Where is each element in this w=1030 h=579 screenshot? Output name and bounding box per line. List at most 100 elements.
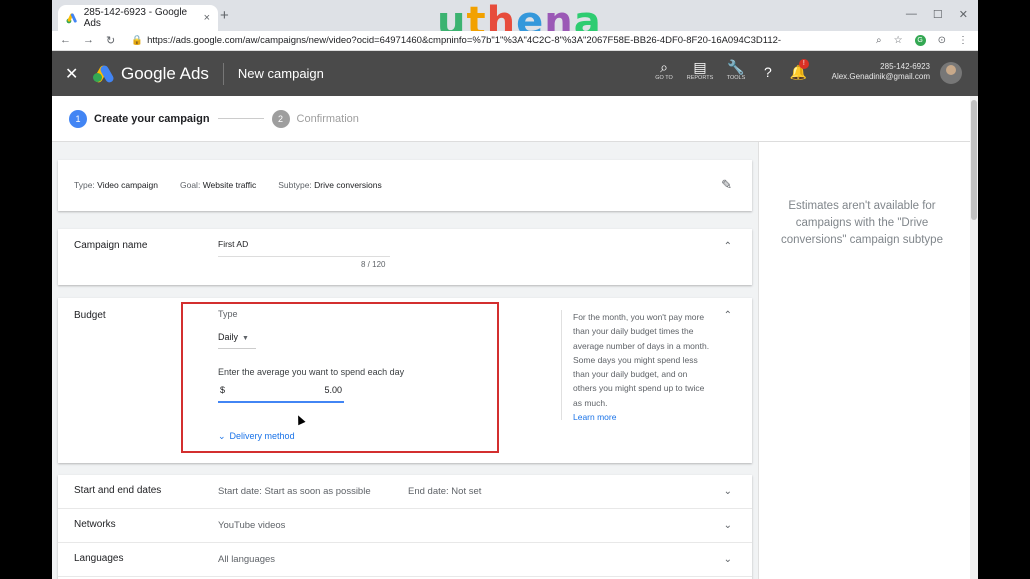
step-connector [217, 118, 264, 119]
browser-toolbar: ← → ↻ 🔒 https://ads.google.com/aw/campaig… [52, 31, 978, 51]
budget-type-select[interactable]: Daily ▼ [218, 332, 249, 342]
bookmark-star-icon[interactable]: ☆ [894, 35, 903, 46]
budget-label: Budget [74, 310, 106, 321]
summary-goal: Goal: Website traffic [179, 180, 257, 190]
summary-line: Type: Video campaign Goal: Website traff… [74, 180, 382, 190]
avatar[interactable] [940, 62, 962, 84]
browser-tab[interactable]: 285-142-6923 - Google Ads × [58, 5, 218, 31]
browser-menu-icon[interactable]: ⋮ [958, 35, 968, 46]
budget-help-text: For the month, you won't pay more than y… [573, 310, 713, 424]
account-info[interactable]: 285-142-6923 Alex.Genadinik@gmail.com [827, 62, 930, 82]
budget-amount-value: 5.00 [324, 385, 342, 395]
row-label: Start and end dates [74, 485, 162, 496]
delivery-method-toggle[interactable]: ⌄ Delivery method [218, 431, 295, 442]
goto-button[interactable]: ⌕ GO TO [646, 59, 682, 81]
budget-type-underline [218, 348, 256, 349]
settings-row-languages[interactable]: Languages All languages ⌄ [58, 543, 752, 577]
chevron-down-icon[interactable]: ⌄ [724, 554, 732, 565]
dropdown-arrow-icon: ▼ [242, 335, 249, 342]
reports-button[interactable]: ▤ REPORTS [682, 59, 718, 81]
budget-amount-prompt: Enter the average you want to spend each… [218, 367, 405, 377]
tools-label: TOOLS [726, 75, 746, 81]
reports-icon: ▤ [693, 59, 707, 75]
campaign-name-input[interactable]: First AD [218, 239, 248, 249]
step-2-label: Confirmation [296, 112, 359, 125]
ads-header: ✕ Google Ads New campaign ⌕ GO TO ▤ REPO… [52, 51, 978, 96]
row-value: All languages [218, 554, 276, 565]
header-icons: ? 🔔 ! [764, 59, 809, 81]
settings-row-networks[interactable]: Networks YouTube videos ⌄ [58, 509, 752, 543]
search-icon: ⌕ [660, 59, 668, 75]
goto-label: GO TO [655, 75, 673, 81]
help-icon[interactable]: ? [764, 64, 772, 81]
tab-title: 285-142-6923 - Google Ads [83, 7, 188, 29]
extension-icon[interactable]: ⊙ [938, 35, 946, 46]
reports-label: REPORTS [686, 75, 714, 81]
step-2-number: 2 [271, 109, 290, 128]
notifications-button[interactable]: 🔔 ! [790, 59, 809, 81]
chevron-down-icon[interactable]: ⌄ [724, 486, 732, 497]
minimize-icon[interactable]: — [906, 8, 917, 21]
maximize-icon[interactable]: ☐ [933, 8, 943, 21]
account-email: Alex.Genadinik@gmail.com [831, 72, 930, 81]
url-text: https://ads.google.com/aw/campaigns/new/… [147, 35, 782, 46]
page-scrollbar[interactable] [970, 96, 978, 579]
estimates-text: Estimates aren't available for campaigns… [781, 200, 943, 246]
step-1-number: 1 [69, 109, 87, 128]
nav-buttons: ← → ↻ [60, 34, 115, 47]
header-divider [222, 62, 224, 85]
grammarly-icon[interactable]: G [914, 35, 926, 46]
summary-type: Type: Video campaign [74, 180, 158, 190]
campaign-name-underline [218, 256, 390, 257]
campaign-stepper: 1 Create your campaign 2 Confirmation [52, 96, 974, 142]
header-tools: ⌕ GO TO ▤ REPORTS 🔧 TOOLS [646, 59, 754, 81]
zoom-icon[interactable]: ⌕ [876, 35, 882, 46]
row-label: Networks [74, 519, 116, 530]
row-value-secondary: End date: Not set [408, 486, 482, 497]
chevron-up-icon[interactable]: ⌃ [724, 241, 732, 252]
campaign-name-counter: 8 / 120 [361, 260, 386, 269]
tools-button[interactable]: 🔧 TOOLS [718, 59, 754, 81]
budget-amount-input[interactable]: $ 5.00 [218, 385, 344, 403]
budget-type-label: Type [218, 309, 238, 319]
extension-icons: ⌕ ☆ G ⊙ ⋮ [876, 35, 968, 46]
chevron-down-icon: ⌄ [218, 431, 226, 441]
forward-icon[interactable]: → [83, 34, 94, 47]
campaign-name-card: Campaign name First AD 8 / 120 ⌃ [58, 229, 752, 285]
new-tab-button[interactable]: + [220, 7, 229, 24]
lock-icon: 🔒 [131, 35, 144, 46]
google-ads-favicon-icon [66, 13, 77, 24]
screen: 285-142-6923 - Google Ads × + uthena — ☐… [52, 0, 978, 579]
page-title: New campaign [237, 66, 324, 81]
campaign-name-label: Campaign name [74, 240, 148, 251]
summary-subtype: Subtype: Drive conversions [278, 180, 382, 190]
tab-close-icon[interactable]: × [204, 12, 210, 24]
address-bar[interactable]: 🔒 https://ads.google.com/aw/campaigns/new… [131, 35, 781, 46]
budget-card: Budget Type Daily ▼ Enter the average you… [58, 298, 752, 463]
wrench-icon: 🔧 [727, 59, 745, 75]
back-icon[interactable]: ← [60, 34, 71, 47]
row-label: Languages [74, 553, 124, 564]
edit-pencil-icon[interactable]: ✎ [721, 177, 732, 193]
close-icon[interactable]: ✕ [65, 64, 79, 84]
reload-icon[interactable]: ↻ [106, 34, 115, 47]
account-id: 285-142-6923 [880, 62, 930, 71]
google-ads-logo-icon [93, 63, 115, 84]
chevron-down-icon[interactable]: ⌄ [724, 520, 732, 531]
app-title: Google Ads [121, 63, 209, 83]
campaign-summary-card: Type: Video campaign Goal: Website traff… [58, 160, 752, 211]
settings-row-dates[interactable]: Start and end dates Start date: Start as… [58, 475, 752, 509]
currency-symbol: $ [220, 385, 226, 395]
row-value: Start date: Start as soon as possible [218, 486, 371, 497]
row-value: YouTube videos [218, 520, 286, 531]
budget-help-divider [561, 310, 562, 420]
learn-more-link[interactable]: Learn more [573, 410, 713, 424]
browser-tabbar: 285-142-6923 - Google Ads × + uthena — ☐… [52, 0, 978, 42]
window-controls: — ☐ ✕ [906, 8, 968, 21]
settings-rows-card: Start and end dates Start date: Start as… [58, 475, 752, 579]
chevron-up-icon[interactable]: ⌃ [724, 310, 732, 321]
scrollbar-thumb[interactable] [971, 100, 977, 220]
window-close-icon[interactable]: ✕ [959, 8, 968, 21]
step-1-label[interactable]: Create your campaign [94, 113, 210, 125]
notification-badge: ! [798, 59, 809, 69]
